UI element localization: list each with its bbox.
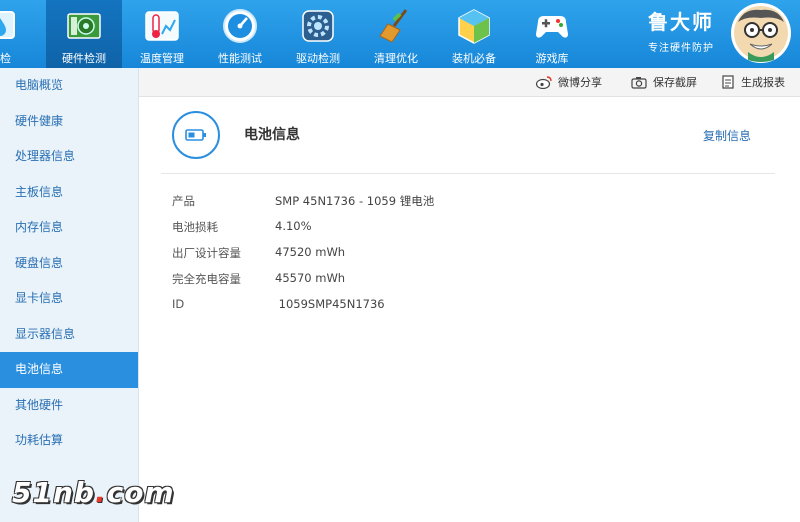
info-key: 出厂设计容量 (172, 246, 241, 260)
gamepad-icon (536, 16, 568, 38)
sidebar-item-health[interactable]: 硬件健康 (0, 104, 138, 140)
sidebar-item-motherboard[interactable]: 主板信息 (0, 175, 138, 211)
hardware-icon (67, 13, 101, 39)
brand-slogan: 专注硬件防护 (648, 43, 714, 54)
nav-label: 游戏库 (535, 52, 569, 65)
section-title: 电池信息 (244, 127, 300, 143)
sidebar-item-disk[interactable]: 硬盘信息 (0, 246, 138, 282)
watermark-suffix: com (106, 476, 175, 509)
battery-section-badge (172, 111, 220, 159)
battery-icon (185, 129, 206, 141)
nav-cleanup[interactable]: 清理优化 (358, 0, 434, 68)
divider (161, 173, 775, 174)
save-screenshot-label: 保存截屏 (653, 76, 697, 89)
package-cube-icon (458, 9, 490, 44)
sidebar-item-memory[interactable]: 内存信息 (0, 210, 138, 246)
info-value: 1059SMP45N1736 (275, 297, 385, 311)
nav-label: 驱动检测 (296, 52, 340, 65)
info-key: 产品 (172, 194, 195, 208)
checkup-icon (0, 11, 15, 39)
camera-icon (631, 76, 647, 89)
info-key: ID (172, 297, 185, 311)
nav-label: 硬件检测 (62, 52, 106, 65)
watermark-prefix: 51nb (12, 476, 95, 509)
nav-checkup[interactable]: 体检 (0, 0, 38, 68)
weibo-icon (536, 76, 552, 89)
sidebar-item-monitor[interactable]: 显示器信息 (0, 317, 138, 353)
sidebar-item-other[interactable]: 其他硬件 (0, 388, 138, 424)
sidebar-item-gpu[interactable]: 显卡信息 (0, 281, 138, 317)
generate-report-button[interactable]: 生成报表 (721, 73, 785, 91)
report-icon (722, 75, 734, 89)
nav-essentials[interactable]: 装机必备 (436, 0, 512, 68)
info-value: SMP 45N1736 - 1059 锂电池 (275, 194, 435, 208)
sidebar-item-cpu[interactable]: 处理器信息 (0, 139, 138, 175)
nav-driver[interactable]: 驱动检测 (280, 0, 356, 68)
weibo-share-button[interactable]: 微博分享 (536, 73, 602, 91)
sidebar-item-battery[interactable]: 电池信息 (0, 352, 138, 388)
generate-report-label: 生成报表 (741, 76, 785, 89)
sidebar-item-overview[interactable]: 电脑概览 (0, 68, 138, 104)
nav-games[interactable]: 游戏库 (514, 0, 590, 68)
battery-info-panel: 电池信息 复制信息 产品 SMP 45N1736 - 1059 锂电池 电池损耗… (139, 97, 800, 522)
info-value: 4.10% (275, 219, 312, 233)
nav-label: 性能测试 (218, 52, 262, 65)
nav-label: 温度管理 (140, 52, 184, 65)
nav-hardware[interactable]: 硬件检测 (46, 0, 122, 68)
info-value: 45570 mWh (275, 271, 346, 285)
info-key: 电池损耗 (172, 220, 218, 234)
site-watermark: 51nb.com (12, 476, 175, 509)
copy-info-link[interactable]: 复制信息 (703, 127, 751, 144)
weibo-share-label: 微博分享 (558, 76, 602, 89)
sidebar-item-power[interactable]: 功耗估算 (0, 423, 138, 459)
thermometer-icon (145, 11, 179, 41)
speedometer-icon (223, 9, 257, 43)
sidebar: 电脑概览 硬件健康 处理器信息 主板信息 内存信息 硬盘信息 显卡信息 显示器信… (0, 68, 139, 522)
brand-name: 鲁大师 (648, 10, 714, 34)
toolbar: 微博分享 保存截屏 生成报表 (139, 68, 800, 97)
top-navigation-bar: 体检 硬件检测 温度管理 性能测试 (0, 0, 800, 68)
info-value: 47520 mWh (275, 245, 346, 259)
nav-performance[interactable]: 性能测试 (202, 0, 278, 68)
brand: 鲁大师 专注硬件防护 (640, 6, 722, 54)
info-key: 完全充电容量 (172, 272, 241, 286)
nav-label: 清理优化 (374, 52, 418, 65)
watermark-dot: . (94, 476, 107, 509)
driver-gear-icon (302, 10, 334, 42)
mascot-avatar-icon[interactable] (730, 2, 792, 64)
nav-label: 装机必备 (452, 52, 496, 65)
nav-temperature[interactable]: 温度管理 (124, 0, 200, 68)
nav-label: 体检 (0, 52, 11, 65)
save-screenshot-button[interactable]: 保存截屏 (631, 73, 697, 91)
broom-icon (379, 9, 408, 43)
